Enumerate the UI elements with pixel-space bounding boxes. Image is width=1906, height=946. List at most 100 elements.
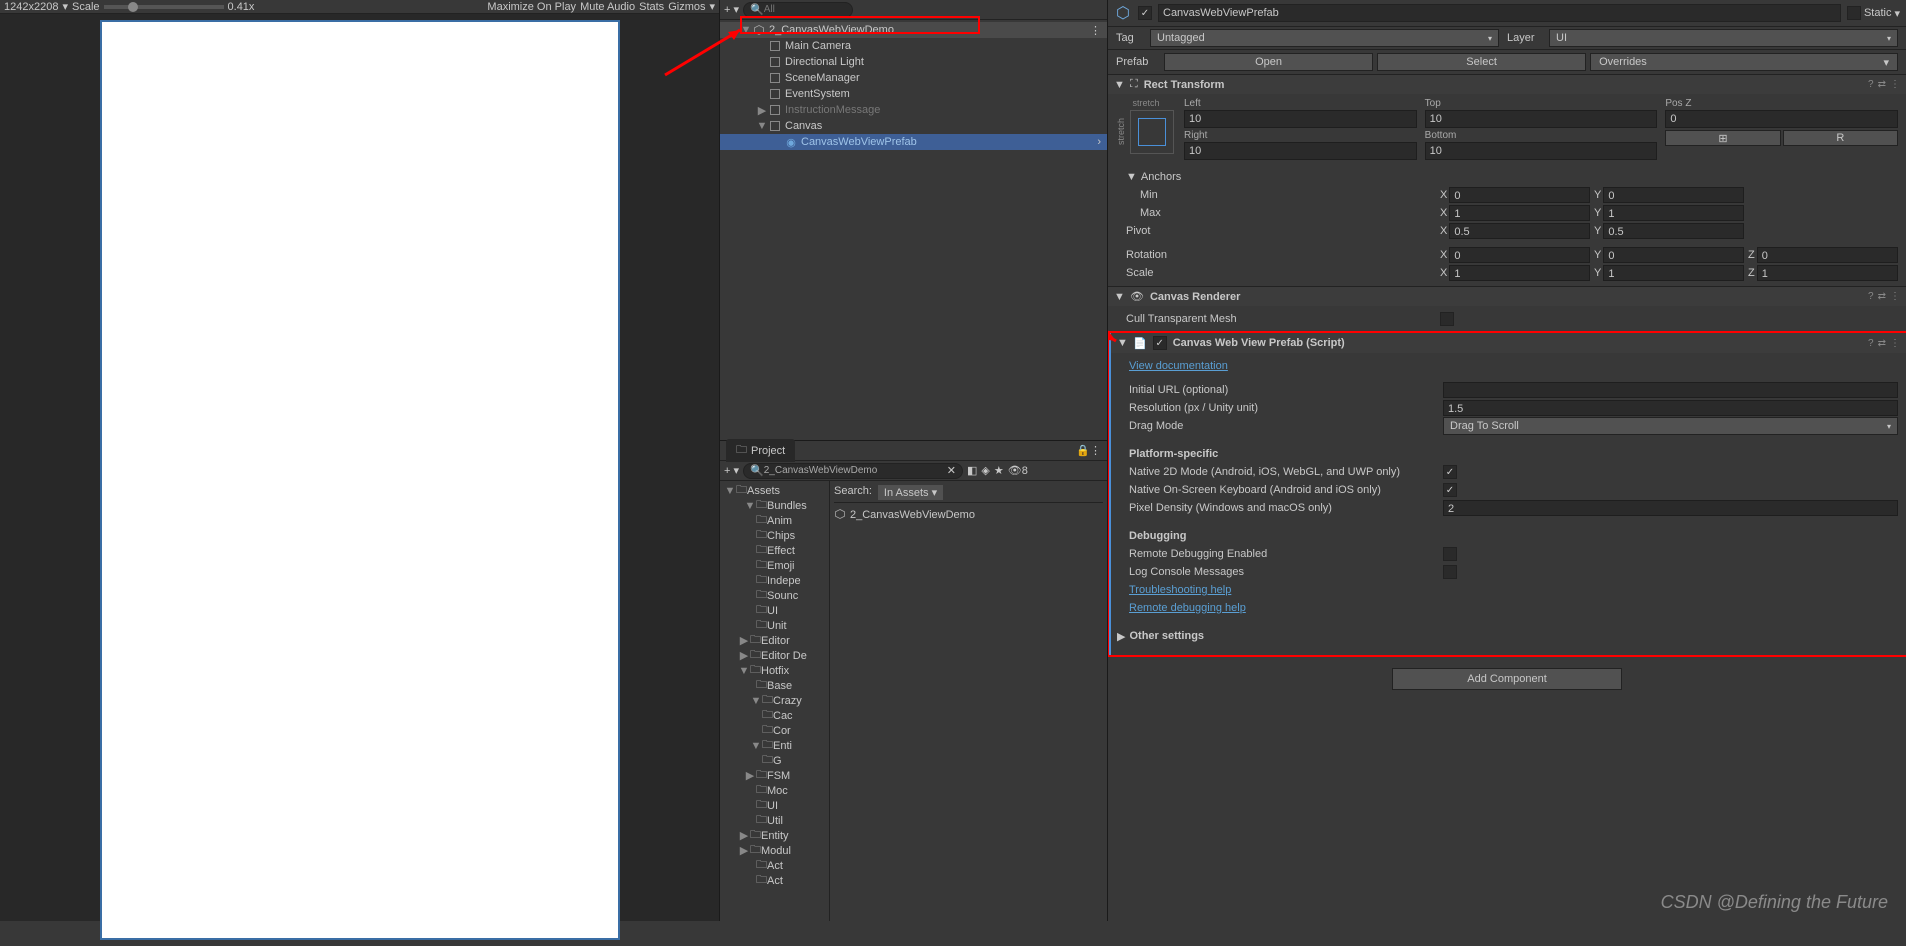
rot-x[interactable]: 0 <box>1449 247 1590 263</box>
folder-item[interactable]: 🗀UI <box>720 798 829 813</box>
project-search[interactable]: 🔍 ✕ <box>743 463 963 479</box>
bottom-field[interactable]: 10 <box>1425 142 1658 160</box>
component-header[interactable]: ▼ 📄 Canvas Web View Prefab (Script) ?⇄⋮ <box>1111 333 1906 353</box>
folder-item[interactable]: 🗀G <box>720 753 829 768</box>
remotedebughelp-link[interactable]: Remote debugging help <box>1129 602 1246 614</box>
hidden-icon[interactable]: 👁8 <box>1008 464 1028 477</box>
rot-z[interactable]: 0 <box>1757 247 1898 263</box>
remotedebug-checkbox[interactable] <box>1443 547 1457 561</box>
help-icon[interactable]: ? <box>1868 291 1874 302</box>
component-enabled-checkbox[interactable] <box>1153 336 1167 350</box>
top-field[interactable]: 10 <box>1425 110 1658 128</box>
other-settings-foldout[interactable]: Other settings <box>1129 630 1204 642</box>
tab-menu-icon[interactable]: ⋮ <box>1090 444 1101 457</box>
prefab-open-button[interactable]: Open <box>1164 53 1373 71</box>
preset-icon[interactable]: ⇄ <box>1878 291 1886 302</box>
hierarchy-item[interactable]: ▼Canvas <box>720 118 1107 134</box>
scale-x[interactable]: 1 <box>1449 265 1590 281</box>
filter-icon[interactable]: ◧ <box>967 464 977 477</box>
preset-icon[interactable]: ⇄ <box>1878 338 1886 349</box>
folder-item[interactable]: 🗀UI <box>720 603 829 618</box>
create-dropdown[interactable]: + ▾ <box>724 3 739 16</box>
folder-item[interactable]: ▼🗀Bundles <box>720 498 829 513</box>
mute-toggle[interactable]: Mute Audio <box>580 1 635 13</box>
layer-dropdown[interactable]: UI <box>1549 29 1898 47</box>
help-icon[interactable]: ? <box>1868 338 1874 349</box>
view-docs-link[interactable]: View documentation <box>1129 360 1228 372</box>
pivot-x[interactable]: 0.5 <box>1449 223 1590 239</box>
hierarchy-search-input[interactable] <box>764 4 846 15</box>
resolution-field[interactable]: 1.5 <box>1443 400 1898 416</box>
pivot-y[interactable]: 0.5 <box>1603 223 1744 239</box>
search-scope-dropdown[interactable]: In Assets ▾ <box>878 485 943 500</box>
scale-z[interactable]: 1 <box>1757 265 1898 281</box>
folder-item[interactable]: ▼🗀Crazy <box>720 693 829 708</box>
scene-menu-icon[interactable]: ⋮ <box>1090 24 1107 37</box>
menu-icon[interactable]: ⋮ <box>1890 338 1900 349</box>
anchor-min-x[interactable]: 0 <box>1449 187 1590 203</box>
folder-item[interactable]: 🗀Act <box>720 873 829 888</box>
folder-item[interactable]: 🗀Util <box>720 813 829 828</box>
folder-item[interactable]: ▶🗀FSM <box>720 768 829 783</box>
raw-edit-icon[interactable]: R <box>1783 130 1898 146</box>
folder-item[interactable]: 🗀Effect <box>720 543 829 558</box>
stats-toggle[interactable]: Stats <box>639 1 664 13</box>
dragmode-dropdown[interactable]: Drag To Scroll <box>1443 417 1898 435</box>
hierarchy-item[interactable]: SceneManager <box>720 70 1107 86</box>
hierarchy-search[interactable]: 🔍 <box>743 2 853 18</box>
initial-url-field[interactable] <box>1443 382 1898 398</box>
preset-icon[interactable]: ⇄ <box>1878 79 1886 90</box>
help-icon[interactable]: ? <box>1868 79 1874 90</box>
anchor-preset-button[interactable] <box>1130 110 1174 154</box>
component-header[interactable]: ▼ ⛶ Rect Transform ?⇄⋮ <box>1108 75 1906 94</box>
pixeldensity-field[interactable]: 2 <box>1443 500 1898 516</box>
menu-icon[interactable]: ⋮ <box>1890 79 1900 90</box>
hierarchy-item[interactable]: Main Camera <box>720 38 1107 54</box>
folder-item[interactable]: ▶🗀Entity <box>720 828 829 843</box>
hierarchy-item[interactable]: ▶InstructionMessage <box>720 102 1107 118</box>
left-field[interactable]: 10 <box>1184 110 1417 128</box>
hierarchy-item[interactable]: Directional Light <box>720 54 1107 70</box>
project-search-input[interactable] <box>764 465 947 476</box>
search-result-item[interactable]: 2_CanvasWebViewDemo <box>834 507 1103 523</box>
anchor-max-x[interactable]: 1 <box>1449 205 1590 221</box>
native2d-checkbox[interactable] <box>1443 465 1457 479</box>
scene-row[interactable]: ▼ 2_CanvasWebViewDemo ⋮ <box>720 22 1107 38</box>
folder-item[interactable]: ▶🗀Modul <box>720 843 829 858</box>
add-component-button[interactable]: Add Component <box>1392 668 1622 690</box>
static-dropdown-icon[interactable]: ▾ <box>1894 7 1900 20</box>
folder-item[interactable]: ▶🗀Editor <box>720 633 829 648</box>
filter-icon-2[interactable]: ◈ <box>981 464 989 477</box>
favorite-icon[interactable]: ★ <box>994 464 1004 477</box>
prefab-select-button[interactable]: Select <box>1377 53 1586 71</box>
folder-item[interactable]: 🗀Chips <box>720 528 829 543</box>
menu-icon[interactable]: ⋮ <box>1890 291 1900 302</box>
open-prefab-icon[interactable]: › <box>1097 136 1107 148</box>
component-header[interactable]: ▼ 👁 Canvas Renderer ?⇄⋮ <box>1108 287 1906 306</box>
folder-item[interactable]: 🗀Moc <box>720 783 829 798</box>
anchor-max-y[interactable]: 1 <box>1603 205 1744 221</box>
keyboard-checkbox[interactable] <box>1443 483 1457 497</box>
scale-slider[interactable] <box>104 5 224 9</box>
folder-item[interactable]: 🗀Anim <box>720 513 829 528</box>
scale-y[interactable]: 1 <box>1603 265 1744 281</box>
logconsole-checkbox[interactable] <box>1443 565 1457 579</box>
tag-dropdown[interactable]: Untagged <box>1150 29 1499 47</box>
folder-item[interactable]: ▼🗀Hotfix <box>720 663 829 678</box>
folder-item[interactable]: 🗀Cor <box>720 723 829 738</box>
gameobject-icon[interactable]: ⬡ <box>1114 4 1132 22</box>
gizmos-toggle[interactable]: Gizmos <box>668 1 705 13</box>
lock-icon[interactable]: 🔒 <box>1076 444 1090 457</box>
resolution-label[interactable]: 1242x2208 <box>4 1 58 13</box>
game-canvas[interactable] <box>100 20 620 940</box>
rot-y[interactable]: 0 <box>1603 247 1744 263</box>
maximize-toggle[interactable]: Maximize On Play <box>487 1 576 13</box>
folder-item[interactable]: 🗀Act <box>720 858 829 873</box>
folder-item[interactable]: 🗀Emoji <box>720 558 829 573</box>
assets-root[interactable]: ▼🗀 Assets <box>720 483 829 498</box>
folder-item[interactable]: 🗀Indepe <box>720 573 829 588</box>
hierarchy-item[interactable]: ◉CanvasWebViewPrefab› <box>720 134 1107 150</box>
prefab-overrides-button[interactable]: Overrides▾ <box>1590 53 1898 71</box>
blueprint-mode-icon[interactable]: ⊞ <box>1665 130 1780 146</box>
folder-item[interactable]: ▼🗀Enti <box>720 738 829 753</box>
